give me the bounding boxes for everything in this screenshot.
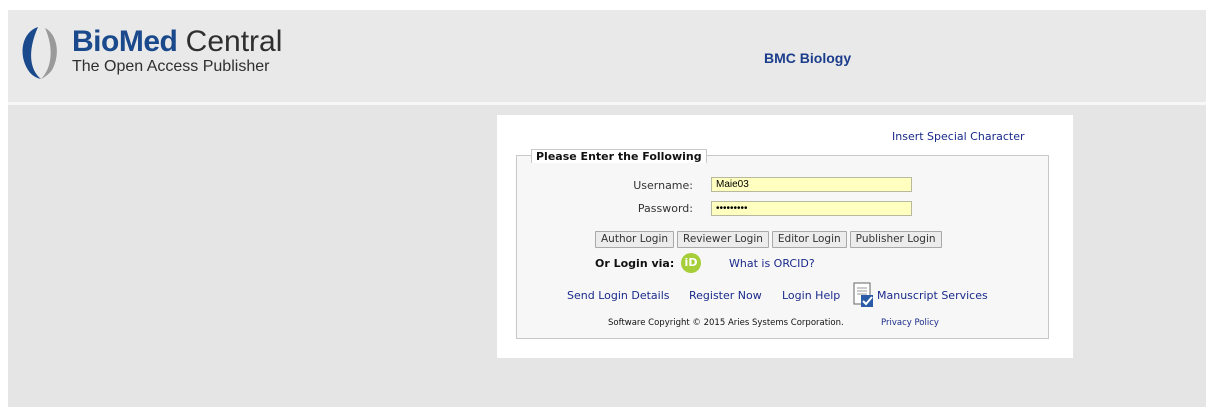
manuscript-services-link[interactable]: Manuscript Services	[877, 289, 988, 302]
password-input[interactable]	[711, 201, 912, 216]
brand-name-bold: BioMed	[72, 25, 178, 58]
biomed-central-logo[interactable]: BioMed Central The Open Access Publisher	[14, 24, 284, 84]
what-is-orcid-link[interactable]: What is ORCID?	[729, 257, 815, 270]
reviewer-login-button[interactable]: Reviewer Login	[677, 231, 769, 248]
journal-title: BMC Biology	[764, 50, 852, 66]
brand-tagline: The Open Access Publisher	[72, 58, 270, 75]
login-panel: Insert Special Character Please Enter th…	[497, 115, 1073, 358]
login-legend: Please Enter the Following	[531, 149, 707, 163]
login-help-link[interactable]: Login Help	[782, 289, 840, 302]
send-login-details-link[interactable]: Send Login Details	[567, 289, 670, 302]
privacy-policy-link[interactable]: Privacy Policy	[881, 318, 939, 328]
insert-special-character-link[interactable]: Insert Special Character	[892, 130, 1024, 143]
brand-name: BioMed Central	[72, 26, 282, 58]
or-login-via-label: Or Login via:	[595, 257, 675, 270]
manuscript-services-icon[interactable]	[853, 282, 875, 308]
username-input[interactable]	[711, 177, 912, 192]
copyright-text: Software Copyright © 2015 Aries Systems …	[608, 318, 844, 328]
editor-login-button[interactable]: Editor Login	[771, 231, 847, 248]
author-login-button[interactable]: Author Login	[595, 231, 675, 248]
password-label: Password:	[637, 202, 693, 215]
biomed-logo-icon	[22, 27, 57, 79]
register-now-link[interactable]: Register Now	[689, 289, 762, 302]
orcid-icon[interactable]: iD	[681, 253, 701, 273]
publisher-login-button[interactable]: Publisher Login	[849, 231, 942, 248]
login-button-row: Author Login Reviewer Login Editor Login…	[595, 231, 942, 248]
username-label: Username:	[633, 179, 693, 192]
brand-name-light: Central	[185, 25, 283, 58]
